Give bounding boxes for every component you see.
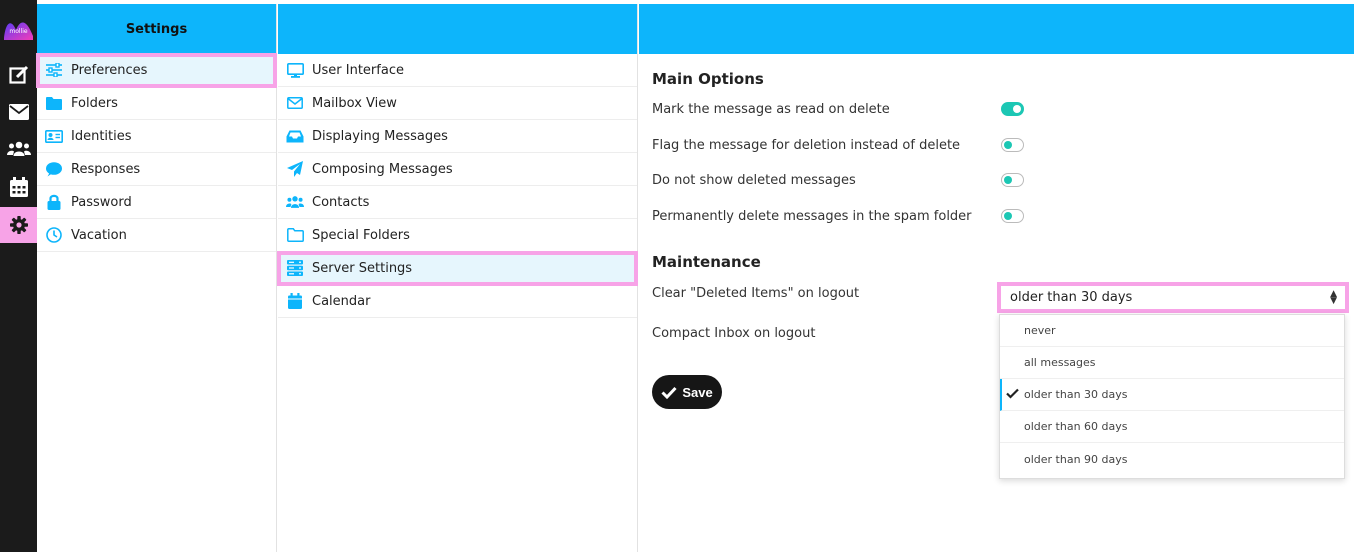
settings-item-label: Responses (71, 161, 141, 177)
app-rail: mollie (0, 0, 37, 552)
section-item-label: Calendar (312, 293, 371, 309)
users-icon (286, 194, 304, 210)
envelope-icon (286, 95, 304, 111)
section-item-label: User Interface (312, 62, 404, 78)
settings-item-identities[interactable]: Identities (37, 120, 276, 153)
main-options-title: Main Options (652, 70, 764, 88)
clear-deleted-dropdown: never all messages older than 30 days ol… (999, 314, 1345, 479)
contacts-icon[interactable] (0, 131, 37, 167)
section-item-composing-messages[interactable]: Composing Messages (278, 153, 637, 186)
id-card-icon (45, 128, 63, 144)
settings-item-vacation[interactable]: Vacation (37, 219, 276, 252)
svg-text:mollie: mollie (9, 28, 28, 35)
option-label: never (1024, 324, 1056, 337)
detail-header (639, 4, 1354, 54)
section-item-label: Server Settings (312, 260, 413, 276)
option-label-flag-deletion: Flag the message for deletion instead of… (652, 138, 961, 153)
section-item-user-interface[interactable]: User Interface (278, 54, 637, 87)
toggle-mark-read[interactable] (1001, 102, 1024, 116)
dropdown-option-all-messages[interactable]: all messages (1000, 347, 1344, 379)
option-label: older than 60 days (1024, 420, 1128, 433)
maintenance-title: Maintenance (652, 253, 761, 271)
section-item-mailbox-view[interactable]: Mailbox View (278, 87, 637, 120)
dropdown-option-30-days[interactable]: older than 30 days (1000, 379, 1344, 411)
section-item-calendar[interactable]: Calendar (278, 285, 637, 318)
option-label-delete-spam: Permanently delete messages in the spam … (652, 209, 972, 224)
toggle-delete-spam[interactable] (1001, 209, 1024, 223)
settings-item-password[interactable]: Password (37, 186, 276, 219)
option-label-mark-read: Mark the message as read on delete (652, 102, 890, 117)
app-logo[interactable]: mollie (2, 16, 35, 42)
toggle-flag-deletion[interactable] (1001, 138, 1024, 152)
option-label-clear-deleted: Clear "Deleted Items" on logout (652, 286, 860, 301)
option-label-hide-deleted: Do not show deleted messages (652, 173, 856, 188)
paper-plane-icon (286, 161, 304, 177)
toggle-knob (1004, 141, 1012, 149)
compose-icon[interactable] (0, 57, 37, 93)
option-label: older than 30 days (1024, 388, 1128, 401)
select-value: older than 30 days (1010, 290, 1133, 305)
save-label: Save (682, 384, 713, 400)
section-item-label: Composing Messages (312, 161, 453, 177)
server-icon (286, 260, 304, 276)
section-item-label: Displaying Messages (312, 128, 448, 144)
check-icon (661, 386, 677, 399)
settings-icon[interactable] (0, 207, 37, 243)
check-icon (1006, 388, 1019, 402)
settings-item-folders[interactable]: Folders (37, 87, 276, 120)
save-button[interactable]: Save (652, 375, 722, 409)
option-label: older than 90 days (1024, 452, 1128, 466)
settings-item-label: Identities (71, 128, 132, 144)
settings-item-label: Preferences (71, 62, 148, 78)
dropdown-option-60-days[interactable]: older than 60 days (1000, 411, 1344, 443)
clock-icon (45, 227, 63, 243)
section-item-label: Contacts (312, 194, 370, 210)
dropdown-option-90-days[interactable]: older than 90 days (1000, 443, 1344, 475)
inbox-icon (286, 128, 304, 144)
mail-icon[interactable] (0, 94, 37, 130)
settings-header: Settings (37, 4, 276, 54)
section-item-special-folders[interactable]: Special Folders (278, 219, 637, 252)
dropdown-option-never[interactable]: never (1000, 315, 1344, 347)
sliders-icon (45, 62, 63, 78)
toggle-hide-deleted[interactable] (1001, 173, 1024, 187)
settings-column: Settings Preferences Folders Identities … (36, 4, 277, 552)
section-item-label: Mailbox View (312, 95, 397, 111)
settings-item-label: Password (71, 194, 132, 210)
comment-icon (45, 161, 63, 177)
calendar-icon[interactable] (0, 169, 37, 205)
calendar-icon (286, 293, 304, 309)
section-item-server-settings[interactable]: Server Settings (277, 251, 638, 286)
settings-item-label: Vacation (71, 227, 127, 243)
settings-detail-panel: Main Options Mark the message as read on… (639, 4, 1354, 552)
section-item-label: Special Folders (312, 227, 410, 243)
settings-item-responses[interactable]: Responses (37, 153, 276, 186)
sections-column: User Interface Mailbox View Displaying M… (277, 4, 638, 552)
settings-item-preferences[interactable]: Preferences (36, 53, 277, 88)
toggle-knob (1004, 176, 1012, 184)
folder-icon (45, 95, 63, 111)
toggle-knob (1004, 212, 1012, 220)
settings-item-label: Folders (71, 95, 118, 111)
toggle-knob (1013, 105, 1021, 113)
clear-deleted-select[interactable]: older than 30 days ▲ ▼ (997, 282, 1349, 313)
lock-icon (45, 194, 63, 210)
section-item-contacts[interactable]: Contacts (278, 186, 637, 219)
option-label: all messages (1024, 356, 1096, 369)
section-item-displaying-messages[interactable]: Displaying Messages (278, 120, 637, 153)
monitor-icon (286, 62, 304, 78)
option-label-compact-inbox: Compact Inbox on logout (652, 326, 816, 341)
folder-outline-icon (286, 227, 304, 243)
select-arrows-icon: ▲ ▼ (1330, 289, 1337, 306)
sections-header (278, 4, 637, 54)
